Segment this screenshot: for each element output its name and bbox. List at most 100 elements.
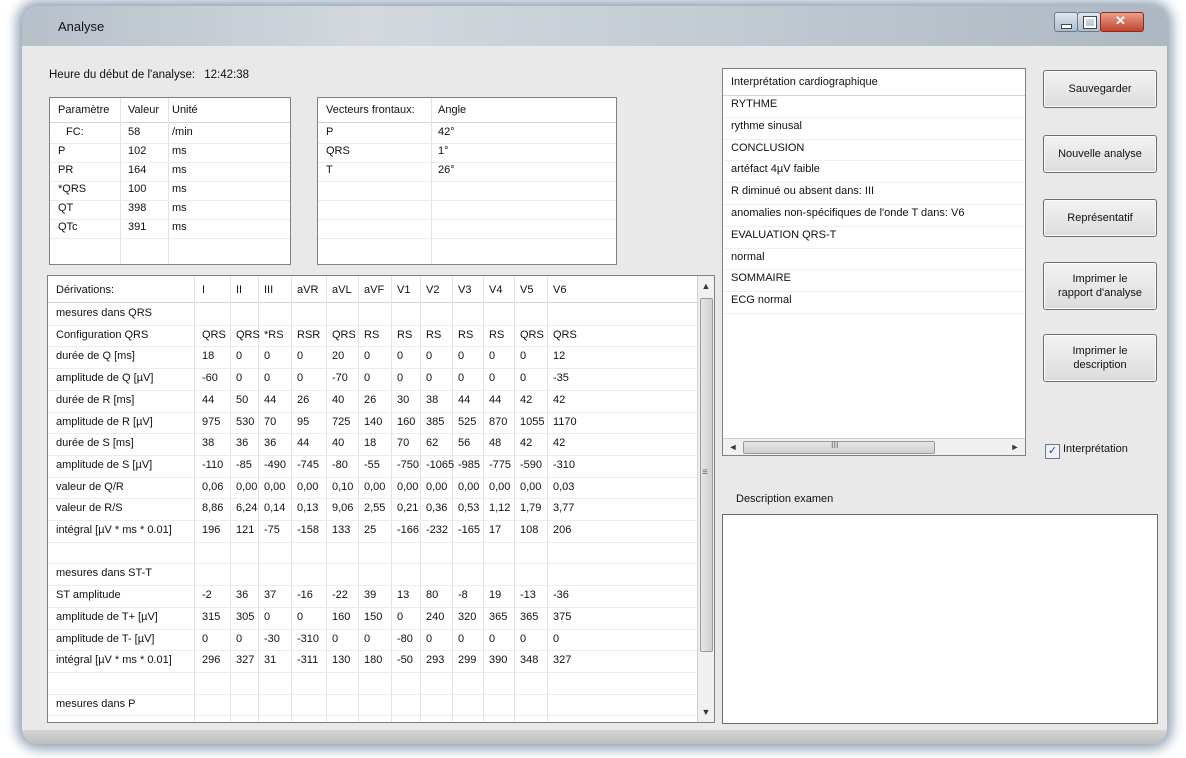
derivations-row: mesures dans QRS bbox=[48, 304, 697, 322]
title-bar[interactable]: Analyse bbox=[22, 6, 1167, 46]
derivations-row-label: amplitude de T- [µV] bbox=[56, 632, 155, 645]
derivations-cell: -16 bbox=[297, 589, 313, 602]
derivations-cell: 196 bbox=[202, 524, 221, 536]
print-description-button[interactable]: Imprimer le description bbox=[1043, 334, 1157, 382]
vectors-cell: 42° bbox=[438, 126, 455, 138]
derivations-cell: -50 bbox=[397, 654, 413, 667]
parameters-cell: /min bbox=[172, 126, 193, 138]
interpretation-line[interactable]: SOMMAIRE bbox=[723, 269, 1025, 293]
derivations-cell: 0,00 bbox=[264, 480, 286, 493]
derivations-cell: 365 bbox=[520, 610, 539, 623]
interpretation-panel[interactable]: Interprétation cardiographique RYTHME ryt… bbox=[722, 68, 1026, 456]
derivations-cell: 8,86 bbox=[202, 502, 224, 515]
print-report-button[interactable]: Imprimer le rapport d'analyse bbox=[1043, 262, 1157, 310]
derivations-cell: 0 bbox=[264, 610, 271, 623]
interpretation-line[interactable]: EVALUATION QRS-T bbox=[723, 226, 1025, 249]
parameters-cell: QTc bbox=[58, 221, 78, 233]
derivations-row-label: mesures dans QRS bbox=[56, 307, 152, 319]
derivations-cell: 18 bbox=[202, 350, 215, 363]
derivations-row: mesures dans P bbox=[48, 695, 697, 713]
derivations-row bbox=[48, 543, 697, 561]
derivations-row: Configuration QRS QRS QRS *RS RSR QRS RS RS RS RS… bbox=[48, 326, 697, 344]
scroll-up-arrow[interactable]: ▲ bbox=[698, 278, 714, 294]
interpretation-hscrollbar[interactable]: ◄ III ► bbox=[723, 438, 1025, 455]
representative-button[interactable]: Représentatif bbox=[1043, 199, 1157, 237]
derivations-row-label: intégral [µV * ms * 0.01] bbox=[56, 654, 172, 667]
derivations-cell: 0 bbox=[364, 350, 371, 363]
derivations-row-label: durée de R [ms] bbox=[56, 393, 135, 406]
scroll-down-arrow[interactable]: ▼ bbox=[698, 704, 714, 720]
analysis-start-time: 12:42:38 bbox=[204, 69, 250, 81]
derivations-cell: 0 bbox=[553, 632, 560, 645]
parameters-cell: P bbox=[58, 145, 66, 157]
derivations-cell: 2,55 bbox=[364, 502, 386, 515]
parameters-cell: ms bbox=[172, 221, 187, 233]
derivations-header-cell: V6 bbox=[553, 284, 567, 296]
parameters-row: P 102 ms bbox=[50, 143, 290, 161]
derivations-cell: 0,13 bbox=[297, 502, 319, 515]
derivations-cell: -311 bbox=[297, 654, 319, 667]
derivations-cell: 40 bbox=[332, 437, 345, 450]
scroll-left-arrow[interactable]: ◄ bbox=[725, 439, 741, 455]
minimize-button[interactable] bbox=[1054, 12, 1078, 32]
derivations-cell: -30 bbox=[264, 632, 280, 645]
interpretation-line[interactable]: artéfact 4µV faible bbox=[723, 160, 1025, 184]
interpretation-line-text: artéfact 4µV faible bbox=[731, 163, 820, 176]
interpretation-line-text: RYTHME bbox=[731, 98, 778, 110]
interpretation-line[interactable]: ECG normal bbox=[723, 291, 1025, 314]
derivations-cell: 0,36 bbox=[426, 502, 448, 515]
derivations-vscrollbar[interactable]: ▲ ≡ ▼ bbox=[697, 276, 714, 722]
derivations-cell: -750 bbox=[397, 458, 420, 471]
interpretation-line-text: R diminué ou absent dans: III bbox=[731, 185, 875, 198]
derivations-cell: 130 bbox=[332, 654, 351, 667]
derivations-cell: 0,00 bbox=[297, 480, 319, 493]
derivations-cell: 0,10 bbox=[332, 480, 354, 493]
interpretation-checkbox-label: Interprétation bbox=[1063, 443, 1128, 455]
derivations-cell: RS bbox=[397, 328, 413, 341]
vectors-row: QRS 1° bbox=[318, 143, 616, 161]
derivations-cell: 160 bbox=[332, 610, 351, 623]
vectors-cell: T bbox=[326, 164, 333, 176]
interpretation-line-text: CONCLUSION bbox=[731, 141, 805, 154]
derivations-cell: -60 bbox=[202, 372, 218, 385]
analyse-window: Analyse Heure du début de l'analyse: 12:… bbox=[22, 6, 1167, 744]
new-analysis-button[interactable]: Nouvelle analyse bbox=[1043, 135, 1157, 173]
interpretation-line[interactable]: normal bbox=[723, 248, 1025, 271]
parameters-cell: ms bbox=[172, 183, 187, 195]
derivations-cell: 0 bbox=[364, 372, 371, 385]
close-button[interactable] bbox=[1100, 12, 1144, 32]
derivations-cell: 108 bbox=[520, 524, 539, 536]
derivations-row-label: amplitude de Q [µV] bbox=[56, 372, 154, 385]
derivations-cell: 44 bbox=[458, 393, 471, 406]
maximize-button[interactable] bbox=[1077, 12, 1101, 32]
derivations-cell: 0 bbox=[202, 632, 209, 645]
derivations-cell: 38 bbox=[426, 393, 439, 406]
derivations-cell: 160 bbox=[397, 415, 416, 428]
derivations-row-label: amplitude de T+ [µV] bbox=[56, 610, 158, 623]
derivations-cell: 3,77 bbox=[553, 502, 575, 515]
derivations-cell: -775 bbox=[489, 458, 512, 471]
description-textarea[interactable] bbox=[722, 514, 1158, 724]
interpretation-line[interactable]: rythme sinusal bbox=[723, 117, 1025, 140]
interpretation-line[interactable]: RYTHME bbox=[723, 95, 1025, 118]
hscroll-thumb[interactable]: III bbox=[743, 440, 935, 454]
scroll-thumb[interactable]: ≡ bbox=[700, 298, 713, 652]
derivations-cell: 56 bbox=[458, 437, 471, 450]
derivations-header-cell: V1 bbox=[397, 284, 411, 296]
vectors-row-line bbox=[318, 200, 616, 201]
interpretation-line[interactable]: anomalies non-spécifiques de l'onde T da… bbox=[723, 204, 1025, 227]
interpretation-checkbox[interactable]: ✓ bbox=[1045, 444, 1060, 459]
parameters-cell: QT bbox=[58, 202, 74, 214]
derivations-cell: 365 bbox=[489, 610, 508, 623]
interpretation-line[interactable]: CONCLUSION bbox=[723, 139, 1025, 162]
interpretation-line[interactable]: R diminué ou absent dans: III bbox=[723, 182, 1025, 205]
derivations-cell: 725 bbox=[332, 415, 351, 428]
derivations-row: intégral [µV * ms * 0.01] 196 121 -75 -158 13… bbox=[48, 521, 697, 539]
derivations-cell: 0 bbox=[397, 610, 404, 623]
derivations-row: durée de R [ms] 44 50 44 26 40 26 30 38 44 44 42 42 bbox=[48, 391, 697, 409]
derivations-cell: 42 bbox=[553, 437, 566, 450]
save-button[interactable]: Sauvegarder bbox=[1043, 70, 1157, 108]
parameters-cell: ms bbox=[172, 145, 187, 157]
derivations-cell: 0,00 bbox=[489, 480, 511, 493]
scroll-right-arrow[interactable]: ► bbox=[1007, 439, 1023, 455]
